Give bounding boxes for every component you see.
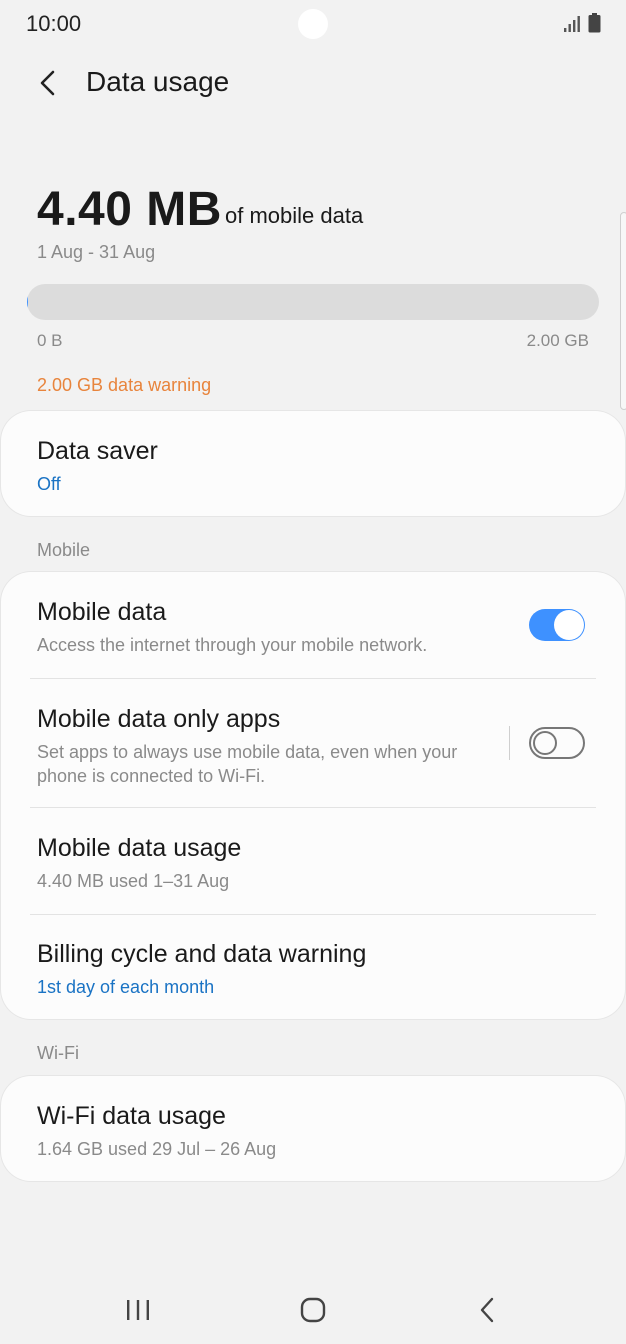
data-saver-item[interactable]: Data saver Off	[37, 437, 595, 496]
wifi-data-usage-subtitle: 1.64 GB used 29 Jul – 26 Aug	[37, 1139, 277, 1159]
mobile-data-toggle[interactable]	[529, 609, 585, 641]
status-bar: 10:00	[0, 0, 626, 48]
mobile-data-only-apps-item[interactable]: Mobile data only apps Set apps to always…	[37, 705, 495, 788]
wifi-data-usage-item[interactable]: Wi-Fi data usage 1.64 GB used 29 Jul – 2…	[37, 1102, 595, 1161]
vertical-separator	[509, 726, 510, 760]
section-label-wifi: Wi-Fi	[37, 1043, 79, 1063]
chevron-left-icon[interactable]	[34, 66, 64, 100]
data-saver-status: Off	[37, 474, 61, 494]
toggle-knob	[554, 610, 584, 640]
mobile-data-subtitle: Access the internet through your mobile …	[37, 635, 428, 655]
mobile-data-usage-title: Mobile data usage	[37, 834, 242, 862]
home-icon[interactable]	[293, 1290, 333, 1330]
battery-icon	[588, 13, 601, 33]
mobile-data-item[interactable]: Mobile data Access the internet through …	[37, 598, 505, 657]
back-nav-icon[interactable]	[468, 1290, 508, 1330]
mobile-card: Mobile data Access the internet through …	[1, 572, 625, 1019]
usage-period: 1 Aug - 31 Aug	[37, 242, 156, 262]
usage-amount: 4.40 MB	[37, 183, 222, 236]
page-title: Data usage	[86, 66, 230, 97]
billing-cycle-title: Billing cycle and data warning	[37, 940, 367, 968]
toggle-knob	[533, 731, 557, 755]
wifi-card: Wi-Fi data usage 1.64 GB used 29 Jul – 2…	[1, 1076, 625, 1181]
usage-unit-label: of mobile data	[225, 203, 364, 228]
divider	[30, 678, 596, 679]
divider	[30, 914, 596, 915]
usage-bar-min-label: 0 B	[37, 331, 63, 350]
data-warning-label: 2.00 GB data warning	[37, 375, 212, 395]
usage-progress-fill	[27, 284, 29, 320]
mobile-data-usage-subtitle: 4.40 MB used 1–31 Aug	[37, 871, 230, 891]
mobile-data-only-apps-toggle[interactable]	[529, 727, 585, 759]
camera-cutout	[298, 9, 328, 39]
scroll-indicator[interactable]	[620, 212, 626, 410]
billing-cycle-subtitle: 1st day of each month	[37, 977, 215, 997]
recents-icon[interactable]	[118, 1290, 158, 1330]
section-label-mobile: Mobile	[37, 540, 91, 560]
billing-cycle-item[interactable]: Billing cycle and data warning 1st day o…	[37, 940, 595, 999]
app-header: Data usage	[0, 56, 626, 112]
usage-bar-max-label: 2.00 GB	[526, 331, 589, 350]
mobile-data-title: Mobile data	[37, 598, 167, 626]
mobile-data-only-apps-title: Mobile data only apps	[37, 705, 281, 733]
signal-icon	[564, 16, 580, 32]
divider	[30, 807, 596, 808]
usage-progress-bar	[27, 284, 599, 320]
wifi-data-usage-title: Wi-Fi data usage	[37, 1102, 226, 1130]
mobile-data-usage-item[interactable]: Mobile data usage 4.40 MB used 1–31 Aug	[37, 834, 595, 893]
status-time: 10:00	[26, 11, 82, 36]
mobile-data-only-apps-subtitle: Set apps to always use mobile data, even…	[37, 742, 458, 786]
system-nav-bar	[0, 1268, 626, 1344]
data-saver-card: Data saver Off	[1, 411, 625, 516]
data-saver-title: Data saver	[37, 437, 158, 465]
